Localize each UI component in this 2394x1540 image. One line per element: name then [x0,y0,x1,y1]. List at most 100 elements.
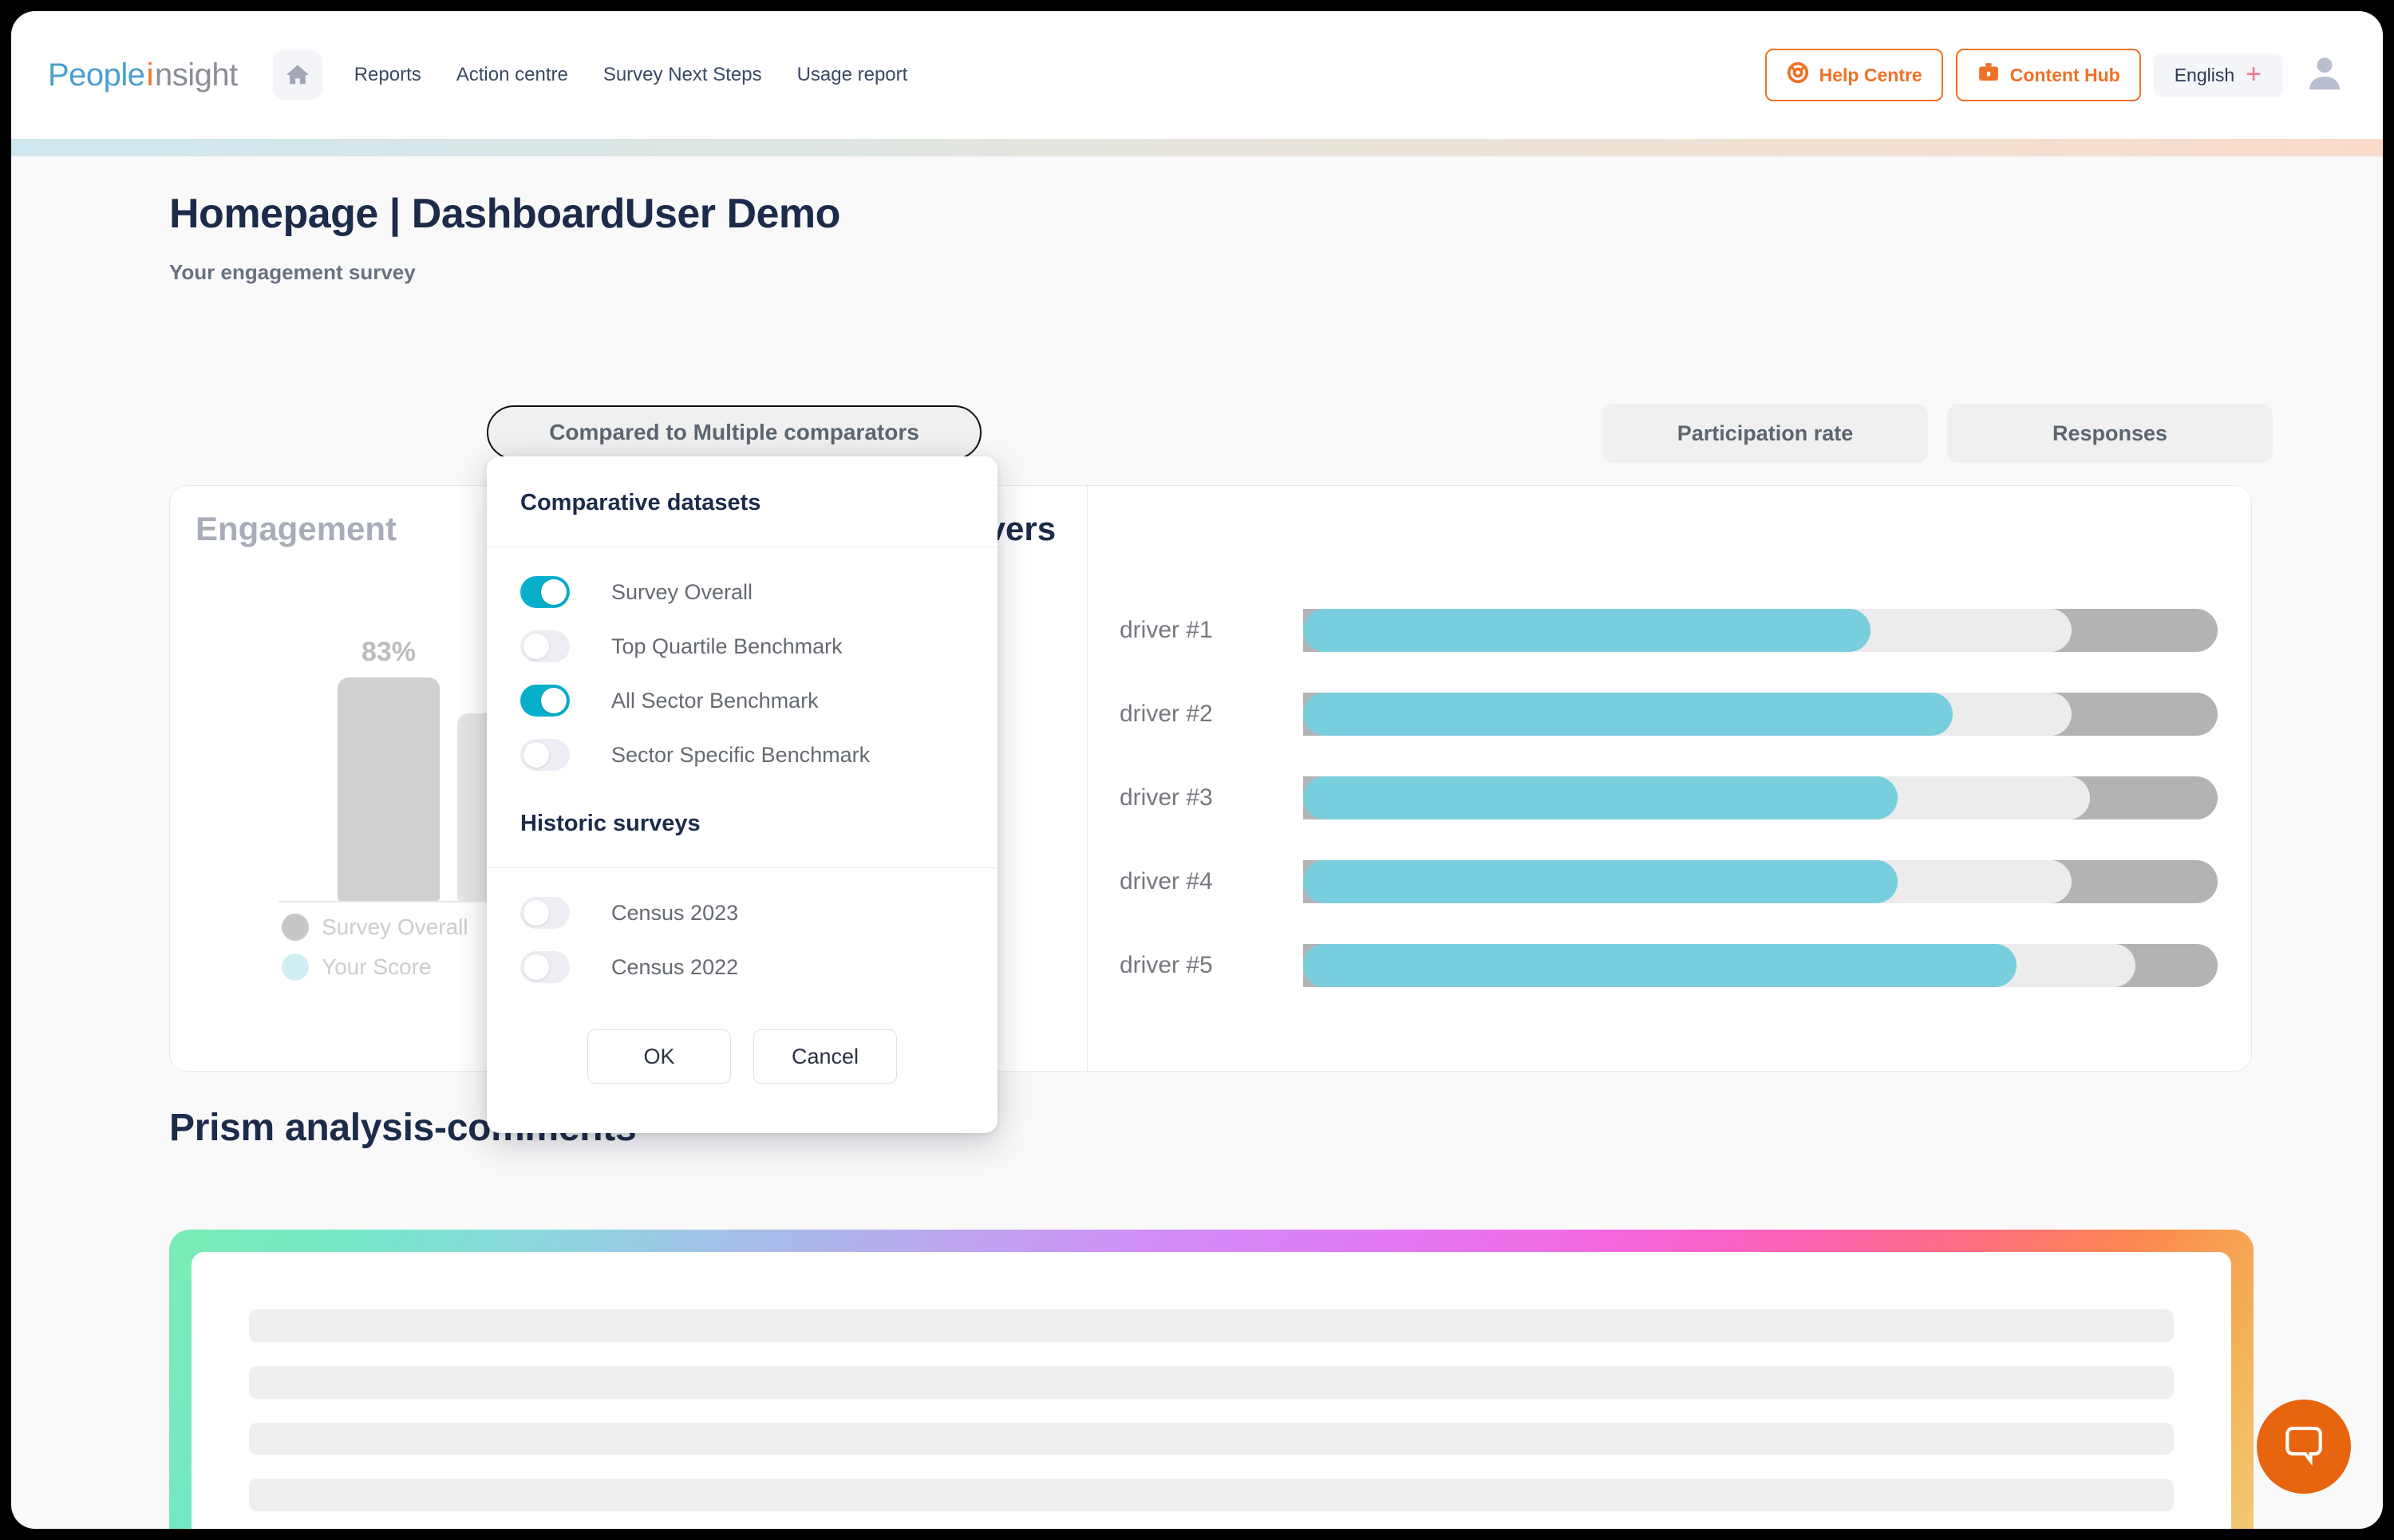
toggle-census-2023[interactable] [520,897,570,929]
driver-label-0: driver #1 [1120,617,1213,643]
ok-button[interactable]: OK [587,1029,731,1084]
bar-survey-overall [338,677,440,901]
briefcase-icon [1977,61,2001,89]
driver-fill-1 [1303,693,1953,736]
prism-card-inner [192,1252,2231,1529]
legend-swatch-2 [282,954,309,981]
cancel-button[interactable]: Cancel [753,1029,897,1084]
toggle-survey-overall[interactable] [520,576,570,608]
content-hub-label: Content Hub [2009,64,2120,85]
subtitle-row: Your engagement survey [169,260,416,285]
nav-item-usage-report[interactable]: Usage report [780,56,926,94]
skeleton-row [249,1365,2174,1399]
toggle-knob [523,742,549,768]
modal-actions: OK Cancel [487,1002,998,1084]
option-sector-specific-benchmark[interactable]: Sector Specific Benchmark [487,728,998,782]
app-window: People i nsight Reports Action centre Surv… [11,11,2383,1529]
bar-label-0: 83% [361,637,417,667]
skeleton-row [249,1479,2174,1512]
driver-row: driver #1 [1120,606,2218,655]
driver-bar-3 [1303,860,2218,903]
chat-widget-button[interactable] [2257,1400,2351,1494]
logo-text-nsight: nsight [154,57,238,93]
prism-analysis-card [169,1230,2254,1529]
driver-label-2: driver #3 [1120,784,1213,811]
driver-bar-2 [1303,776,2218,819]
logo-text-i: i [146,57,154,93]
page-title: Homepage | DashboardUser Demo [169,191,840,237]
engagement-drivers-card: Engagement drivers 83% 78 Survey Overall [169,485,2252,1072]
toggle-knob [541,579,567,605]
option-survey-overall[interactable]: Survey Overall [487,565,998,619]
toggle-all-sector-benchmark[interactable] [520,685,570,717]
responses-button[interactable]: Responses [1947,404,2273,463]
logo-text-people: People [48,57,145,93]
toggle-top-quartile-benchmark[interactable] [520,630,570,662]
historic-label-1: Census 2022 [611,954,739,979]
header-actions: Help Centre Content Hub English + [1764,49,2346,101]
driver-fill-4 [1303,944,2017,987]
driver-row: driver #3 [1120,773,2218,823]
driver-row: driver #2 [1120,689,2218,739]
avatar[interactable] [2303,52,2346,99]
nav-item-action-centre[interactable]: Action centre [439,56,586,94]
driver-bar-0 [1303,609,2218,652]
language-label: English [2174,64,2235,85]
toggle-census-2022[interactable] [520,951,570,983]
option-label-2: All Sector Benchmark [611,688,819,713]
chat-bubble-icon [2279,1420,2329,1474]
driver-row: driver #5 [1120,941,2218,990]
option-label-1: Top Quartile Benchmark [611,634,843,658]
main-nav: Reports Action centre Survey Next Steps … [272,50,926,100]
driver-fill-0 [1303,609,1871,652]
decorative-gradient-strip [11,139,2383,156]
skeleton-row [249,1422,2174,1455]
legend-swatch-0 [282,914,309,941]
help-centre-label: Help Centre [1819,64,1922,85]
driver-label-4: driver #5 [1120,952,1213,978]
option-top-quartile-benchmark[interactable]: Top Quartile Benchmark [487,619,998,673]
toggle-sector-specific-benchmark[interactable] [520,739,570,771]
home-icon [284,61,311,89]
driver-label-3: driver #4 [1120,868,1213,894]
driver-bar-1 [1303,693,2218,736]
comparator-dropdown-panel: Comparative datasets Survey Overall Top … [487,456,998,1133]
content-hub-button[interactable]: Content Hub [1955,49,2141,101]
drivers-list: driver #1 driver #2 driver #3 driver #4 … [1120,606,2218,1039]
option-label-0: Survey Overall [611,579,753,604]
legend-item-survey-overall: Survey Overall [282,914,468,941]
comparative-datasets-list: Survey Overall Top Quartile Benchmark Al… [487,547,998,790]
toggle-knob [523,900,549,926]
page-body: Homepage | DashboardUser Demo Your engag… [11,156,2383,1529]
nav-item-reports[interactable]: Reports [337,56,439,94]
skeleton-row [249,1309,2174,1342]
option-label-3: Sector Specific Benchmark [611,742,871,767]
historic-surveys-heading: Historic surveys [487,790,998,868]
plus-icon: + [2246,59,2262,90]
card-divider [1087,486,1088,1071]
help-centre-button[interactable]: Help Centre [1764,49,1943,101]
driver-bar-4 [1303,944,2218,987]
participation-rate-button[interactable]: Participation rate [1602,404,1928,463]
historic-surveys-list: Census 2023 Census 2022 [487,868,998,1002]
driver-label-1: driver #2 [1120,701,1213,727]
legend-label-2: Your Score [322,954,432,979]
comparator-dropdown-trigger[interactable]: Compared to Multiple comparators [487,405,982,460]
nav-item-survey-next-steps[interactable]: Survey Next Steps [586,56,780,94]
toggle-knob [541,688,567,713]
option-all-sector-benchmark[interactable]: All Sector Benchmark [487,673,998,728]
language-selector[interactable]: English + [2153,53,2282,97]
toggle-knob [523,954,549,980]
top-navigation-bar: People i nsight Reports Action centre Surv… [11,11,2383,139]
driver-row: driver #4 [1120,857,2218,906]
home-button[interactable] [272,50,322,100]
option-census-2023[interactable]: Census 2023 [487,886,998,940]
option-census-2022[interactable]: Census 2022 [487,940,998,994]
legend-label-0: Survey Overall [322,914,468,939]
lifebuoy-icon [1786,61,1810,89]
engagement-chart-title: Engagement [196,510,397,547]
comparative-datasets-heading: Comparative datasets [487,456,998,547]
historic-label-0: Census 2023 [611,900,739,925]
peopleinsight-logo[interactable]: People i nsight [48,57,238,93]
driver-fill-2 [1303,776,1898,819]
